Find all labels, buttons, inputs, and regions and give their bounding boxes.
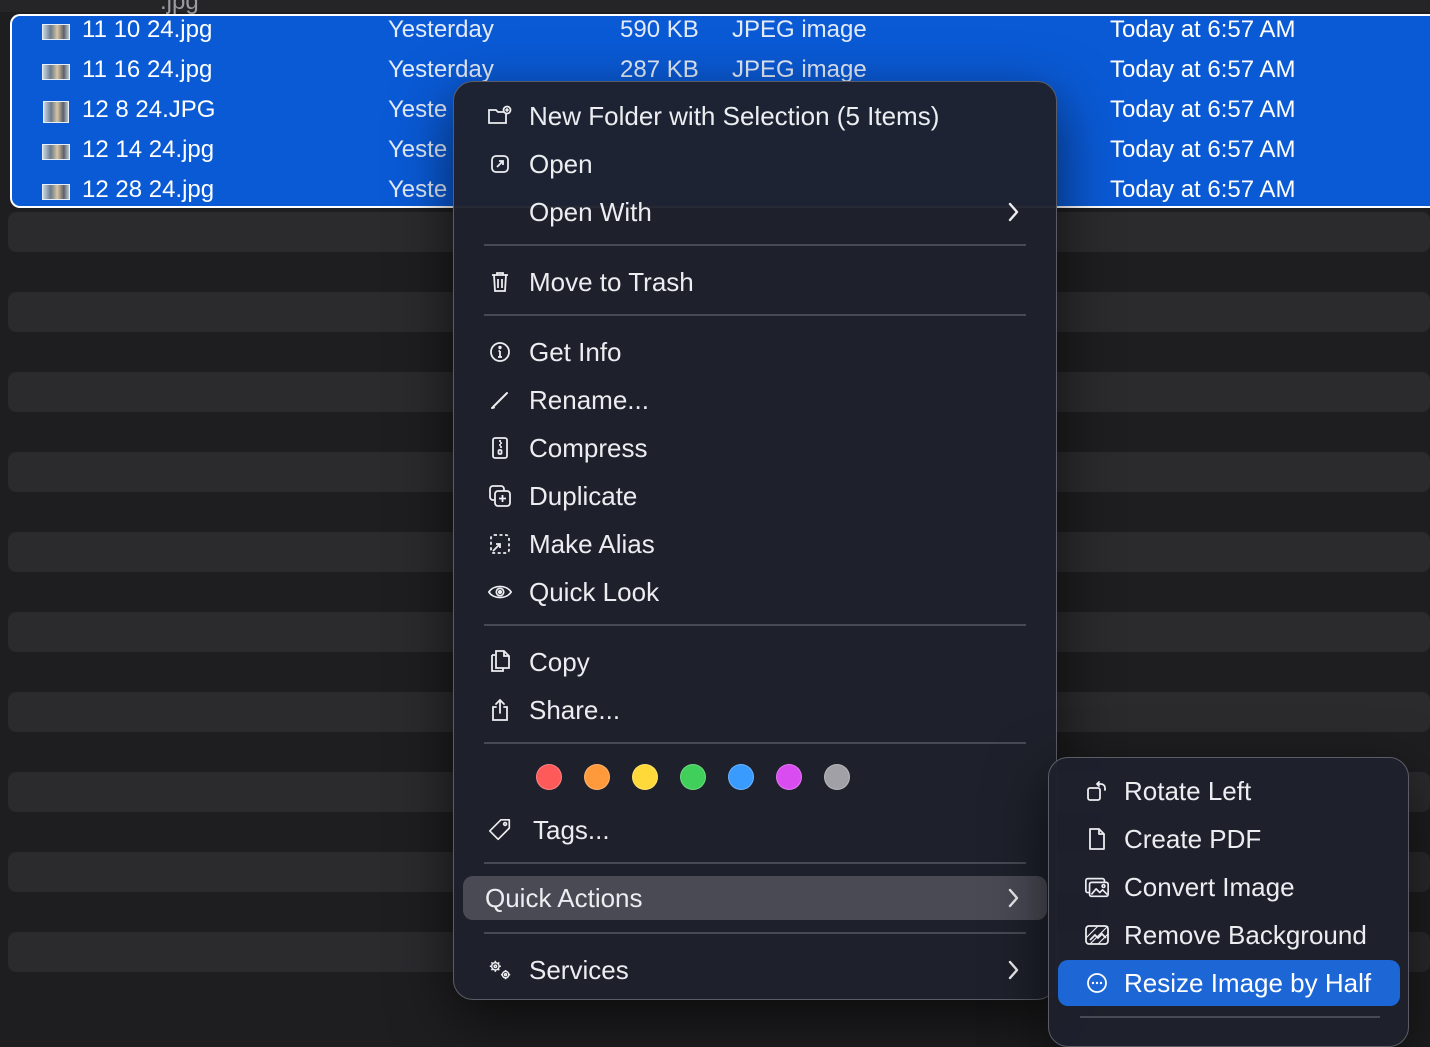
remove-background-icon [1084,922,1110,948]
eye-icon [487,579,513,605]
tag-color-blue[interactable] [728,764,754,790]
menu-separator [484,862,1026,864]
file-date-added: Today at 6:57 AM [1110,56,1296,83]
tag-color-red[interactable] [536,764,562,790]
copy-documents-icon [487,649,513,675]
tag-color-orange[interactable] [584,764,610,790]
menu-separator [484,932,1026,934]
menu-item-quick-actions[interactable]: Quick Actions [463,876,1047,920]
file-name: 12 28 24.jpg [82,176,215,203]
archive-zipper-icon [487,435,513,461]
chevron-right-icon [1001,957,1027,983]
menu-item-move-to-trash[interactable]: Move to Trash [463,260,1047,304]
duplicate-plus-icon [487,483,513,509]
tag-color-gray[interactable] [824,764,850,790]
menu-item-compress[interactable]: Compress [463,426,1047,470]
tag-icon [487,817,513,843]
file-date-modified: Yeste [388,136,448,163]
image-thumbnail-icon [43,101,69,123]
file-kind: JPEG image [732,56,867,83]
chevron-right-icon [1001,199,1027,225]
file-name: 12 14 24.jpg [82,136,215,163]
file-row[interactable]: 11 10 24.jpg Yesterday 590 KB JPEG image… [0,12,1430,52]
context-menu: New Folder with Selection (5 Items) Open… [453,81,1057,1000]
menu-item-open[interactable]: Open [463,142,1047,186]
image-thumbnail-icon [42,24,70,40]
submenu-item-create-pdf[interactable]: Create PDF [1058,816,1400,862]
menu-item-make-alias[interactable]: Make Alias [463,522,1047,566]
menu-item-duplicate[interactable]: Duplicate [463,474,1047,518]
submenu-item-convert-image[interactable]: Convert Image [1058,864,1400,910]
submenu-item-rotate-left[interactable]: Rotate Left [1058,768,1400,814]
menu-separator [484,742,1026,744]
submenu-item-resize-image-by-half[interactable]: Resize Image by Half [1058,960,1400,1006]
menu-separator [484,244,1026,246]
image-thumbnail-icon [42,64,70,80]
file-date-added: Today at 6:57 AM [1110,176,1296,203]
open-arrow-square-icon [487,151,513,177]
file-date-added: Today at 6:57 AM [1110,136,1296,163]
file-size: 590 KB [620,16,699,43]
tag-color-green[interactable] [680,764,706,790]
tag-color-yellow[interactable] [632,764,658,790]
menu-item-copy[interactable]: Copy [463,640,1047,684]
chevron-right-icon [1001,885,1027,911]
file-name: 11 10 24.jpg [82,16,213,43]
pencil-icon [487,387,513,413]
file-date-modified: Yesterday [388,16,494,43]
image-thumbnail-icon [42,144,70,160]
file-date-modified: Yeste [388,176,448,203]
document-icon [1084,826,1110,852]
image-thumbnail-icon [42,184,70,200]
trash-icon [487,269,513,295]
submenu-item-remove-background[interactable]: Remove Background [1058,912,1400,958]
menu-item-quick-look[interactable]: Quick Look [463,570,1047,614]
menu-separator [484,314,1026,316]
menu-item-rename[interactable]: Rename... [463,378,1047,422]
menu-item-get-info[interactable]: Get Info [463,330,1047,374]
menu-item-tags[interactable]: Tags... [463,808,1047,852]
file-date-modified: Yesterday [388,56,494,83]
partial-row-top: .jpg [0,0,1430,15]
file-date-added: Today at 6:57 AM [1110,16,1296,43]
menu-separator [484,624,1026,626]
file-size: 287 KB [620,56,699,83]
menu-item-share[interactable]: Share... [463,688,1047,732]
menu-item-new-folder-with-selection[interactable]: New Folder with Selection (5 Items) [463,94,1047,138]
info-circle-icon [487,339,513,365]
rotate-left-icon [1084,778,1110,804]
file-kind: JPEG image [732,16,867,43]
quick-actions-submenu: Rotate Left Create PDF Convert Image Rem… [1048,757,1409,1047]
alias-arrow-icon [487,531,513,557]
gears-icon [487,957,513,983]
file-name: 11 16 24.jpg [82,56,213,83]
submenu-separator [1080,1016,1380,1018]
menu-item-services[interactable]: Services [463,948,1047,992]
file-date-added: Today at 6:57 AM [1110,96,1296,123]
tag-color-purple[interactable] [776,764,802,790]
file-date-modified: Yeste [388,96,448,123]
file-name: 12 8 24.JPG [82,96,216,123]
ellipsis-circle-icon [1084,970,1110,996]
menu-item-open-with[interactable]: Open With [463,190,1047,234]
share-icon [487,697,513,723]
folder-badge-plus-icon [487,103,513,129]
photos-stack-icon [1084,874,1110,900]
